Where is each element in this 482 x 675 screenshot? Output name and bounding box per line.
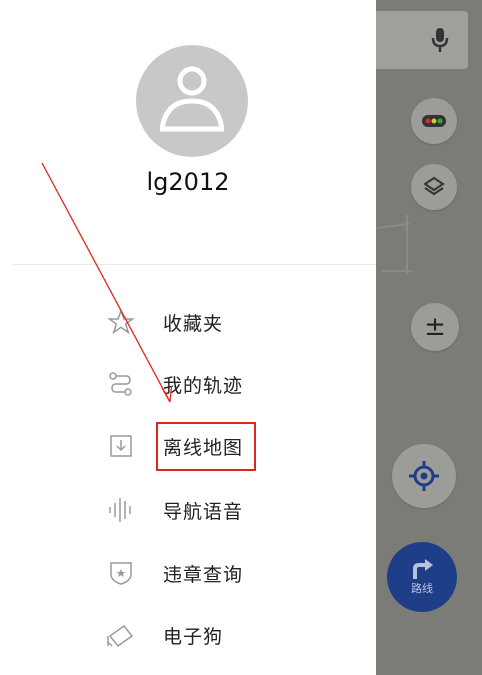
annotation-arrow-icon — [41, 162, 173, 403]
